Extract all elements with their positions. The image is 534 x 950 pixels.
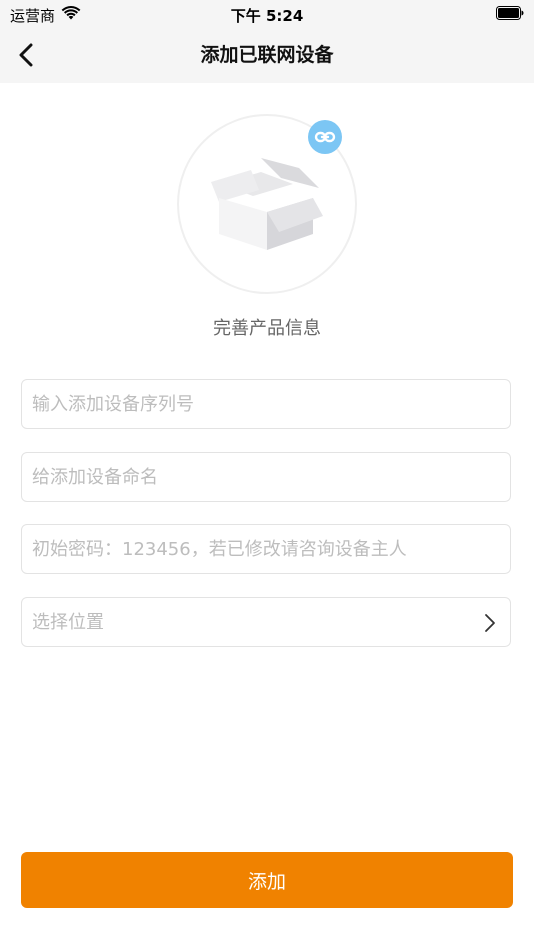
password-field[interactable] bbox=[21, 524, 511, 574]
product-info-caption: 完善产品信息 bbox=[213, 318, 321, 339]
back-button[interactable] bbox=[6, 35, 46, 75]
product-illustration bbox=[177, 114, 357, 294]
page-title: 添加已联网设备 bbox=[200, 44, 334, 66]
status-bar: 运营商 下午 5:24 bbox=[0, 0, 534, 30]
location-select[interactable]: 选择位置 bbox=[21, 597, 511, 647]
location-label: 选择位置 bbox=[32, 612, 104, 633]
chevron-left-icon bbox=[19, 43, 33, 67]
serial-number-field[interactable] bbox=[21, 379, 511, 429]
serial-number-input[interactable] bbox=[22, 380, 510, 428]
status-time: 下午 5:24 bbox=[230, 7, 304, 25]
device-name-field[interactable] bbox=[21, 452, 511, 502]
chevron-right-icon bbox=[485, 614, 495, 632]
link-icon bbox=[308, 120, 342, 154]
battery-icon bbox=[496, 6, 524, 20]
open-box-icon bbox=[211, 158, 323, 250]
password-input[interactable] bbox=[22, 525, 510, 573]
nav-bar: 添加已联网设备 bbox=[0, 30, 534, 83]
device-name-input[interactable] bbox=[22, 453, 510, 501]
add-button[interactable]: 添加 bbox=[21, 852, 513, 908]
